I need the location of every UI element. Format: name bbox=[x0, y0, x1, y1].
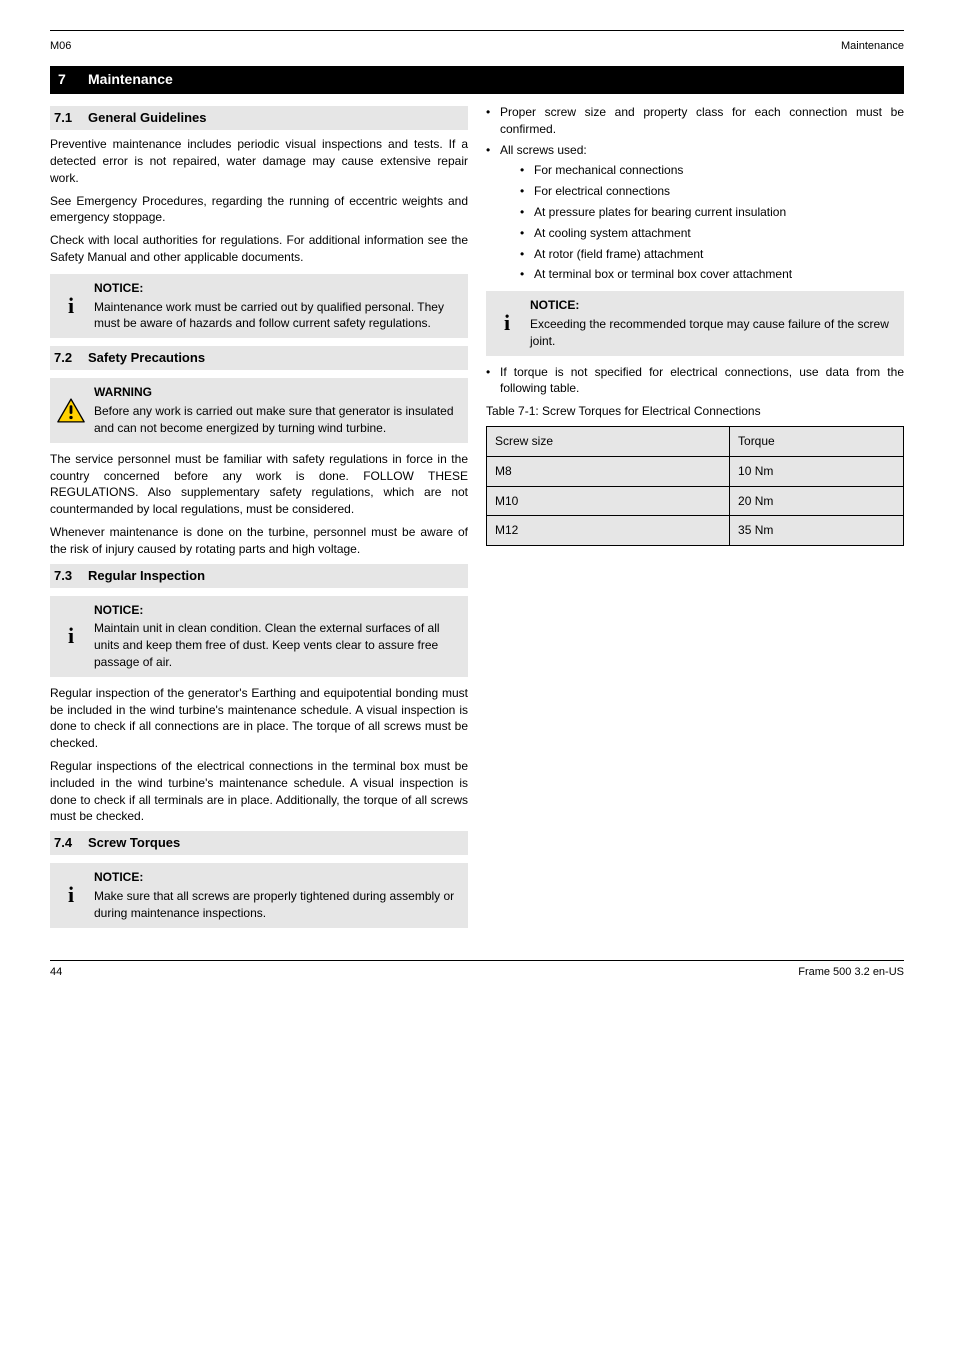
info-icon: i bbox=[50, 274, 92, 338]
bullet-list-after-note: If torque is not specified for electrica… bbox=[486, 364, 904, 398]
subhead-title: Regular Inspection bbox=[88, 567, 205, 585]
body-text: The service personnel must be familiar w… bbox=[50, 451, 468, 518]
notice-callout: i NOTICE: Maintain unit in clean conditi… bbox=[50, 596, 468, 677]
header-right: Maintenance bbox=[841, 39, 904, 54]
notice-callout: i NOTICE: Exceeding the recommended torq… bbox=[486, 291, 904, 355]
list-item: At rotor (field frame) attachment bbox=[520, 246, 904, 263]
left-column: 7.1 General Guidelines Preventive mainte… bbox=[50, 100, 468, 936]
table-cell: 35 Nm bbox=[730, 516, 904, 546]
body-text: Regular inspections of the electrical co… bbox=[50, 758, 468, 825]
subhead-num: 7.1 bbox=[54, 109, 88, 127]
info-icon: i bbox=[50, 596, 92, 677]
warning-triangle-icon bbox=[57, 398, 85, 423]
subhead-title: Safety Precautions bbox=[88, 349, 205, 367]
body-text: Whenever maintenance is done on the turb… bbox=[50, 524, 468, 558]
table-row: Screw size Torque bbox=[487, 426, 904, 456]
list-item: At cooling system attachment bbox=[520, 225, 904, 242]
right-column: Proper screw size and property class for… bbox=[486, 100, 904, 936]
subhead-num: 7.2 bbox=[54, 349, 88, 367]
notice-callout: i NOTICE: Make sure that all screws are … bbox=[50, 863, 468, 927]
page-number: 44 bbox=[50, 965, 62, 980]
callout-title: NOTICE: bbox=[94, 602, 460, 619]
table-header: Torque bbox=[730, 426, 904, 456]
warning-icon bbox=[50, 378, 92, 442]
footer-text: Frame 500 3.2 en-US bbox=[798, 965, 904, 980]
subhead-7-2: 7.2 Safety Precautions bbox=[50, 346, 468, 370]
callout-title: WARNING bbox=[94, 384, 460, 401]
callout-body: NOTICE: Make sure that all screws are pr… bbox=[92, 863, 468, 927]
info-i-glyph: i bbox=[68, 291, 74, 322]
subhead-title: General Guidelines bbox=[88, 109, 207, 127]
body-text: Preventive maintenance includes periodic… bbox=[50, 136, 468, 186]
torque-table: Screw size Torque M8 10 Nm M10 20 Nm M12… bbox=[486, 426, 904, 546]
subhead-num: 7.4 bbox=[54, 834, 88, 852]
callout-body: NOTICE: Maintenance work must be carried… bbox=[92, 274, 468, 338]
subhead-7-4: 7.4 Screw Torques bbox=[50, 831, 468, 855]
warning-callout: WARNING Before any work is carried out m… bbox=[50, 378, 468, 442]
info-i-glyph: i bbox=[504, 308, 510, 339]
callout-text: Before any work is carried out make sure… bbox=[94, 403, 460, 437]
header-left: M06 bbox=[50, 39, 71, 54]
section-number: 7 bbox=[58, 70, 88, 90]
two-column-layout: 7.1 General Guidelines Preventive mainte… bbox=[50, 100, 904, 936]
callout-body: NOTICE: Maintain unit in clean condition… bbox=[92, 596, 468, 677]
list-item-text: All screws used: bbox=[500, 143, 587, 157]
bullet-list-top: Proper screw size and property class for… bbox=[486, 104, 904, 283]
subhead-num: 7.3 bbox=[54, 567, 88, 585]
list-item: For mechanical connections bbox=[520, 162, 904, 179]
info-icon: i bbox=[486, 291, 528, 355]
callout-title: NOTICE: bbox=[94, 280, 460, 297]
list-item: At terminal box or terminal box cover at… bbox=[520, 266, 904, 283]
bullet-list-nested: For mechanical connections For electrica… bbox=[520, 162, 904, 283]
table-header: Screw size bbox=[487, 426, 730, 456]
callout-text: Maintenance work must be carried out by … bbox=[94, 299, 460, 333]
info-i-glyph: i bbox=[68, 621, 74, 652]
callout-text: Exceeding the recommended torque may cau… bbox=[530, 316, 896, 350]
notice-callout: i NOTICE: Maintenance work must be carri… bbox=[50, 274, 468, 338]
page-footer: 44 Frame 500 3.2 en-US bbox=[50, 960, 904, 980]
callout-text: Maintain unit in clean condition. Clean … bbox=[94, 620, 460, 670]
body-text: Check with local authorities for regulat… bbox=[50, 232, 468, 266]
table-cell: M8 bbox=[487, 456, 730, 486]
section-title: Maintenance bbox=[88, 70, 173, 90]
subhead-7-1: 7.1 General Guidelines bbox=[50, 106, 468, 130]
callout-body: WARNING Before any work is carried out m… bbox=[92, 378, 468, 442]
body-text: See Emergency Procedures, regarding the … bbox=[50, 193, 468, 227]
body-text: Regular inspection of the generator's Ea… bbox=[50, 685, 468, 752]
callout-text: Make sure that all screws are properly t… bbox=[94, 888, 460, 922]
section-banner: 7 Maintenance bbox=[50, 66, 904, 94]
list-item: Proper screw size and property class for… bbox=[486, 104, 904, 138]
info-i-glyph: i bbox=[68, 880, 74, 911]
callout-title: NOTICE: bbox=[530, 297, 896, 314]
page-header: M06 Maintenance bbox=[50, 39, 904, 54]
subhead-7-3: 7.3 Regular Inspection bbox=[50, 564, 468, 588]
list-item: All screws used: For mechanical connecti… bbox=[486, 142, 904, 284]
table-cell: M10 bbox=[487, 486, 730, 516]
table-caption: Table 7-1: Screw Torques for Electrical … bbox=[486, 403, 904, 420]
table-row: M10 20 Nm bbox=[487, 486, 904, 516]
callout-body: NOTICE: Exceeding the recommended torque… bbox=[528, 291, 904, 355]
info-icon: i bbox=[50, 863, 92, 927]
table-cell: M12 bbox=[487, 516, 730, 546]
list-item: For electrical connections bbox=[520, 183, 904, 200]
table-row: M8 10 Nm bbox=[487, 456, 904, 486]
subhead-title: Screw Torques bbox=[88, 834, 180, 852]
list-item: If torque is not specified for electrica… bbox=[486, 364, 904, 398]
list-item: At pressure plates for bearing current i… bbox=[520, 204, 904, 221]
table-cell: 10 Nm bbox=[730, 456, 904, 486]
header-rule bbox=[50, 30, 904, 31]
callout-title: NOTICE: bbox=[94, 869, 460, 886]
table-row: M12 35 Nm bbox=[487, 516, 904, 546]
table-cell: 20 Nm bbox=[730, 486, 904, 516]
